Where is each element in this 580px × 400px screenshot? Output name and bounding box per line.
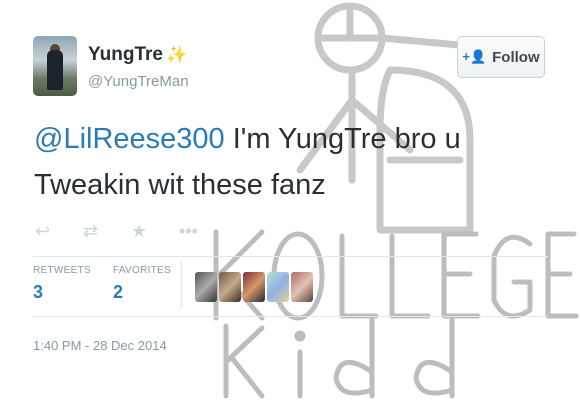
favoriter-avatar[interactable] [219,272,241,302]
avatar-figure [47,50,63,90]
follow-button-label: Follow [492,48,540,66]
favorites-stat[interactable]: FAVORITES 2 [113,265,171,303]
favorites-count: 2 [112,282,123,302]
stats-separator [181,260,182,308]
add-user-icon: +👤 [462,49,487,64]
tweet-mention-link[interactable]: @LilReese300 [34,123,225,155]
favoriter-avatar[interactable] [291,272,313,302]
favoriter-avatar[interactable] [195,272,217,302]
tweet-stats: RETWEETS 3 FAVORITES 2 [33,265,193,303]
user-avatar[interactable] [33,36,77,96]
sparkles-icon: ✨ [165,45,188,64]
retweet-icon[interactable]: ⇄ [83,221,131,242]
tweet-text: @LilReese300 I'm YungTre bro u Tweakin w… [34,116,554,208]
tweet-actions: ↩ ⇄ ★ ••• [35,221,227,242]
favorites-label: FAVORITES [112,265,172,276]
more-icon[interactable]: ••• [179,221,227,242]
stats-bottom-divider [33,316,548,317]
user-display-name[interactable]: YungTre ✨ [88,44,187,66]
favoriter-avatars [195,272,313,302]
follow-button[interactable]: +👤 Follow [457,36,545,78]
retweets-count: 3 [33,282,44,302]
favorite-icon[interactable]: ★ [131,221,179,242]
favoriter-avatar[interactable] [267,272,289,302]
retweets-label: RETWEETS [33,265,91,276]
tweet-timestamp[interactable]: 1:40 PM - 28 Dec 2014 [33,338,167,353]
stats-top-divider [33,256,548,257]
user-handle[interactable]: @YungTreMan [88,73,189,90]
retweets-stat[interactable]: RETWEETS 3 [33,265,91,303]
display-name-text: YungTre [88,44,163,65]
favoriter-avatar[interactable] [243,272,265,302]
reply-icon[interactable]: ↩ [35,221,83,242]
